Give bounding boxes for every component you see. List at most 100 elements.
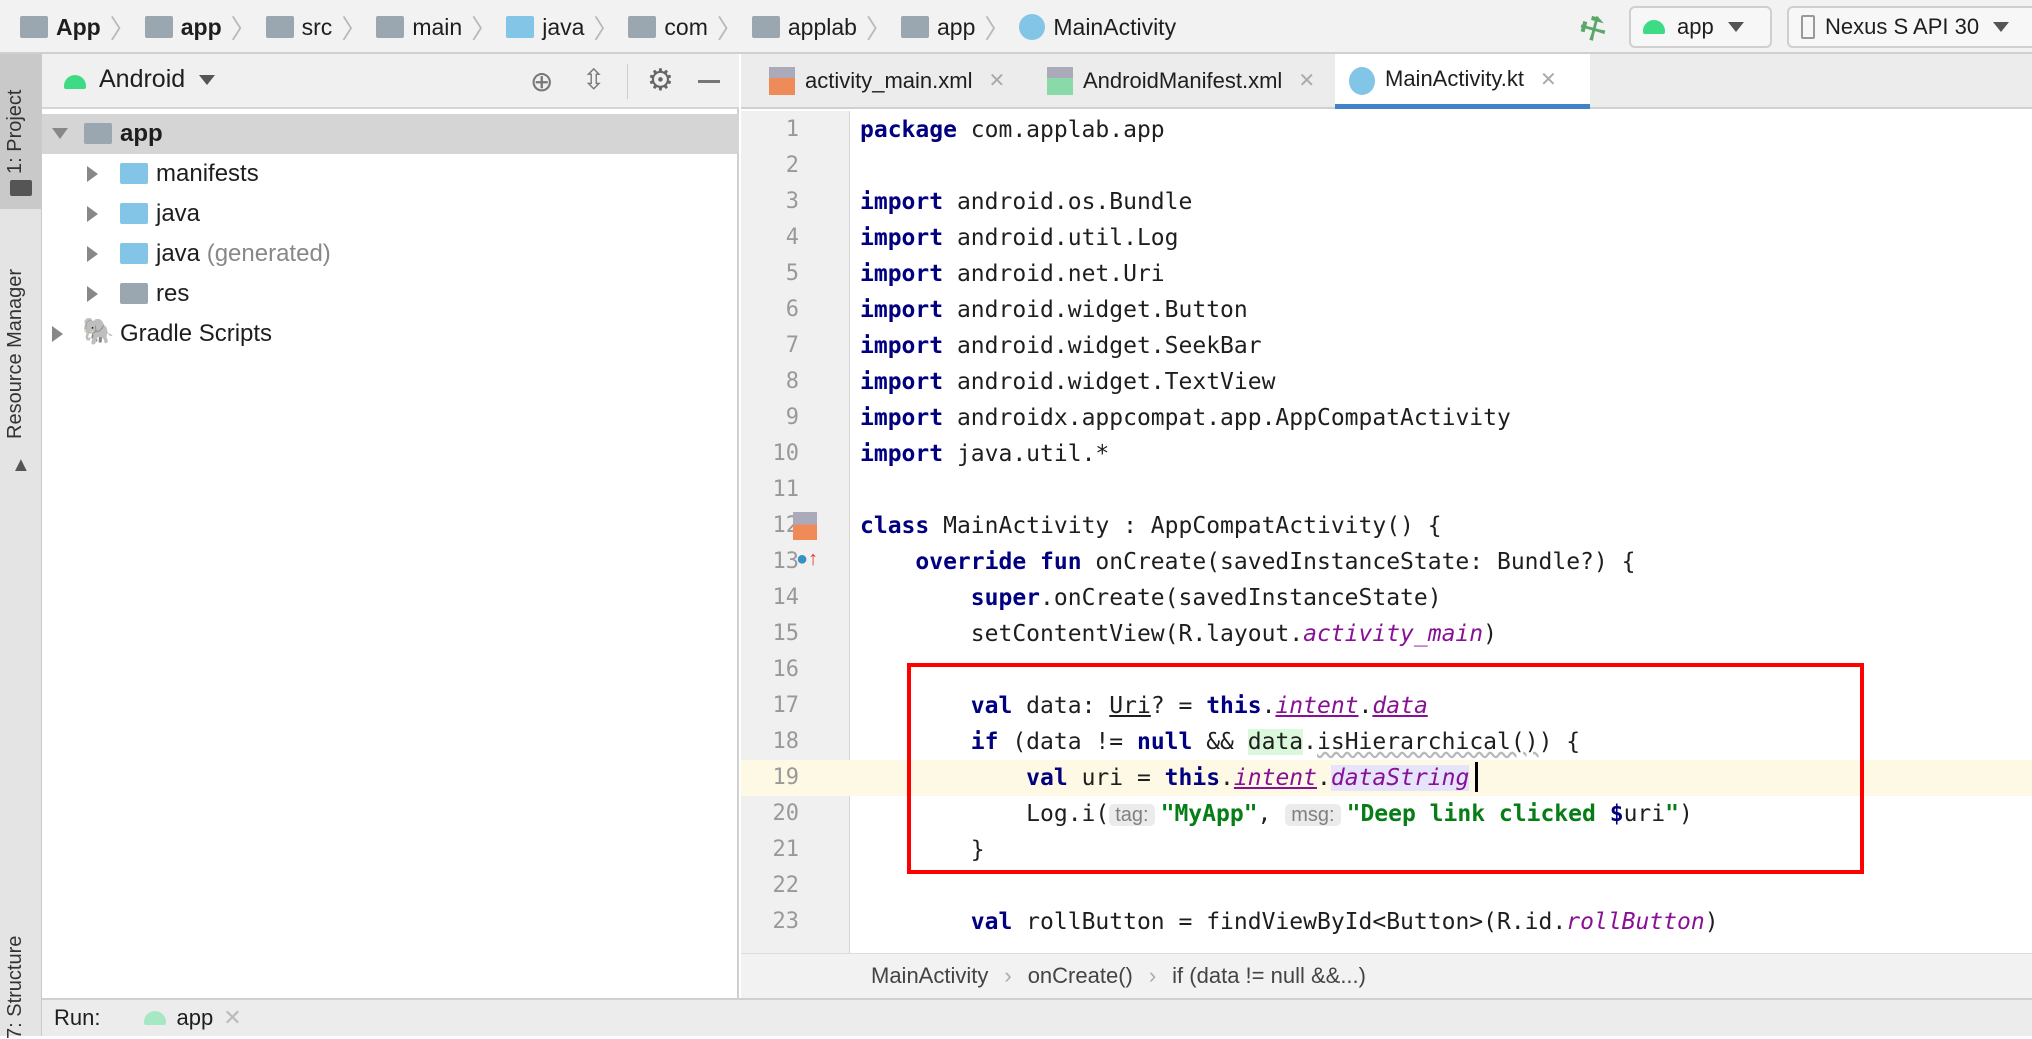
run-tool-bar: Run: app ✕ <box>42 998 2032 1036</box>
close-icon[interactable]: ✕ <box>1298 68 1315 93</box>
code-line[interactable]: 2 <box>741 148 2032 184</box>
collapse-all-icon[interactable]: ⇳ <box>582 63 605 96</box>
folder-icon <box>10 180 32 196</box>
code-line[interactable]: 12 class MainActivity : AppCompatActivity… <box>741 508 2032 544</box>
code-line[interactable]: 1 package com.applab.app <box>741 112 2032 148</box>
code-line[interactable]: 4 import android.util.Log <box>741 220 2032 256</box>
resource-manager-icon: ▲ <box>11 454 31 476</box>
code-line[interactable]: 11 <box>741 472 2032 508</box>
code-token: android.widget.Button <box>943 297 1248 323</box>
code-text: import android.util.Log <box>860 220 1179 256</box>
code-token: android.os.Bundle <box>943 189 1193 215</box>
folder-icon <box>120 203 148 224</box>
code-line[interactable]: 5 import android.net.Uri <box>741 256 2032 292</box>
run-config-dropdown[interactable]: app <box>1629 6 1772 48</box>
structure-tool-label[interactable]: 7: Structure <box>4 936 27 1039</box>
hammer-build-icon[interactable]: ⚒ <box>1573 8 1614 52</box>
close-icon[interactable]: ✕ <box>223 1005 241 1031</box>
code-line[interactable]: 3 import android.os.Bundle <box>741 184 2032 220</box>
code-token: rollButton = findViewById<Button>(R.id. <box>1012 909 1567 935</box>
editor-breadcrumb-item[interactable]: MainActivity <box>871 963 988 989</box>
tree-item-res[interactable]: res <box>42 274 739 314</box>
code-line[interactable]: 14 super.onCreate(savedInstanceState) <box>741 580 2032 616</box>
code-token: ) <box>1483 621 1497 647</box>
chevron-right-icon <box>87 206 98 222</box>
device-dropdown[interactable]: Nexus S API 30 <box>1787 6 2032 48</box>
tab-label: AndroidManifest.xml <box>1083 67 1283 93</box>
code-line[interactable]: 13 override fun onCreate(savedInstanceSt… <box>741 544 2032 580</box>
code-line[interactable]: 6 import android.widget.Button <box>741 292 2032 328</box>
tree-item-java-generated[interactable]: java (generated) <box>42 234 739 274</box>
breadcrumb-item[interactable]: MainActivity <box>1053 14 1176 41</box>
breadcrumb-item[interactable]: main <box>412 14 462 41</box>
close-icon[interactable]: ✕ <box>1540 67 1557 92</box>
tab-label: activity_main.xml <box>805 67 973 93</box>
breadcrumb-item[interactable]: app <box>181 14 222 41</box>
code-token: .onCreate(savedInstanceState) <box>1040 585 1442 611</box>
line-number: 4 <box>785 225 799 250</box>
code-text: import android.widget.Button <box>860 292 1248 328</box>
editor-breadcrumb-item[interactable]: onCreate() <box>1028 963 1133 989</box>
code-text: setContentView(R.layout.activity_main) <box>860 616 1497 652</box>
code-token: com.applab.app <box>956 117 1165 143</box>
code-token: override fun <box>915 549 1082 575</box>
breadcrumb-item[interactable]: com <box>664 14 707 41</box>
divider <box>627 64 628 99</box>
gear-icon[interactable]: ⚙ <box>647 63 674 98</box>
line-number: 20 <box>772 801 800 826</box>
run-tab-label[interactable]: app <box>176 1005 213 1031</box>
breadcrumb-item[interactable]: App <box>56 14 101 41</box>
kotlin-class-icon <box>1019 14 1046 40</box>
resource-manager-tool-label[interactable]: Resource Manager <box>4 269 27 439</box>
editor-breadcrumb-item[interactable]: if (data != null &&...) <box>1172 963 1366 989</box>
related-layout-gutter-icon[interactable] <box>793 512 817 540</box>
project-panel: Android ⊕ ⇳ ⚙ app manifests java java (g… <box>42 54 739 998</box>
code-line[interactable]: 7 import android.widget.SeekBar <box>741 328 2032 364</box>
tab-label: MainActivity.kt <box>1385 66 1524 91</box>
code-token: activity_main <box>1303 621 1484 647</box>
chevron-down-icon <box>199 74 216 85</box>
breadcrumb-item[interactable]: app <box>937 14 975 41</box>
code-line[interactable]: 8 import android.widget.TextView <box>741 364 2032 400</box>
tree-item-manifests[interactable]: manifests <box>42 154 739 194</box>
code-token: package <box>860 117 957 143</box>
android-icon <box>1643 20 1665 34</box>
tab-android-manifest[interactable]: AndroidManifest.xml ✕ <box>1033 54 1328 107</box>
code-line[interactable]: 10 import java.util.* <box>741 436 2032 472</box>
editor-tabs: activity_main.xml ✕ AndroidManifest.xml ✕ … <box>741 54 2032 109</box>
code-token: super <box>970 585 1041 611</box>
tab-activity-main-xml[interactable]: activity_main.xml ✕ <box>755 54 1010 107</box>
chevron-right-icon <box>52 326 63 342</box>
editor-breadcrumb: MainActivity › onCreate() › if (data != nu… <box>741 953 2032 998</box>
code-token: androidx.appcompat.app.AppCompatActivity <box>943 405 1511 431</box>
code-line[interactable]: 9 import androidx.appcompat.app.AppCompat… <box>741 400 2032 436</box>
code-text: class MainActivity : AppCompatActivity()… <box>860 508 1442 544</box>
view-mode-dropdown[interactable]: Android <box>99 65 216 94</box>
locate-target-icon[interactable]: ⊕ <box>530 65 553 98</box>
code-text: import android.net.Uri <box>860 256 1165 292</box>
breadcrumb-item[interactable]: java <box>542 14 584 41</box>
override-gutter-icon[interactable]: ●↑ <box>796 548 818 571</box>
breadcrumb-item[interactable]: applab <box>788 14 857 41</box>
tree-item-label: app <box>120 120 163 147</box>
code-token: import <box>860 333 944 359</box>
code-token: val <box>970 909 1013 935</box>
code-line[interactable]: 15 setContentView(R.layout.activity_main… <box>741 616 2032 652</box>
tree-item-app[interactable]: app <box>42 114 739 154</box>
close-icon[interactable]: ✕ <box>988 68 1005 93</box>
line-number: 22 <box>772 873 800 898</box>
chevron-right-icon <box>87 166 98 182</box>
project-tool-label[interactable]: 1: Project <box>4 90 27 174</box>
run-config-label: app <box>1677 14 1714 39</box>
tab-main-activity-kt[interactable]: MainActivity.kt ✕ <box>1335 54 1590 109</box>
breadcrumb-item[interactable]: src <box>302 14 333 41</box>
tree-item-java[interactable]: java <box>42 194 739 234</box>
line-number: 3 <box>785 189 799 214</box>
tree-item-suffix: (generated) <box>206 240 331 267</box>
code-line[interactable]: 23 val rollButton = findViewById<Button>… <box>741 904 2032 940</box>
hide-panel-icon[interactable] <box>698 80 720 83</box>
tree-item-gradle-scripts[interactable]: 🐘 Gradle Scripts <box>42 314 739 354</box>
tree-item-label: java <box>156 240 201 267</box>
line-number: 8 <box>785 369 799 394</box>
